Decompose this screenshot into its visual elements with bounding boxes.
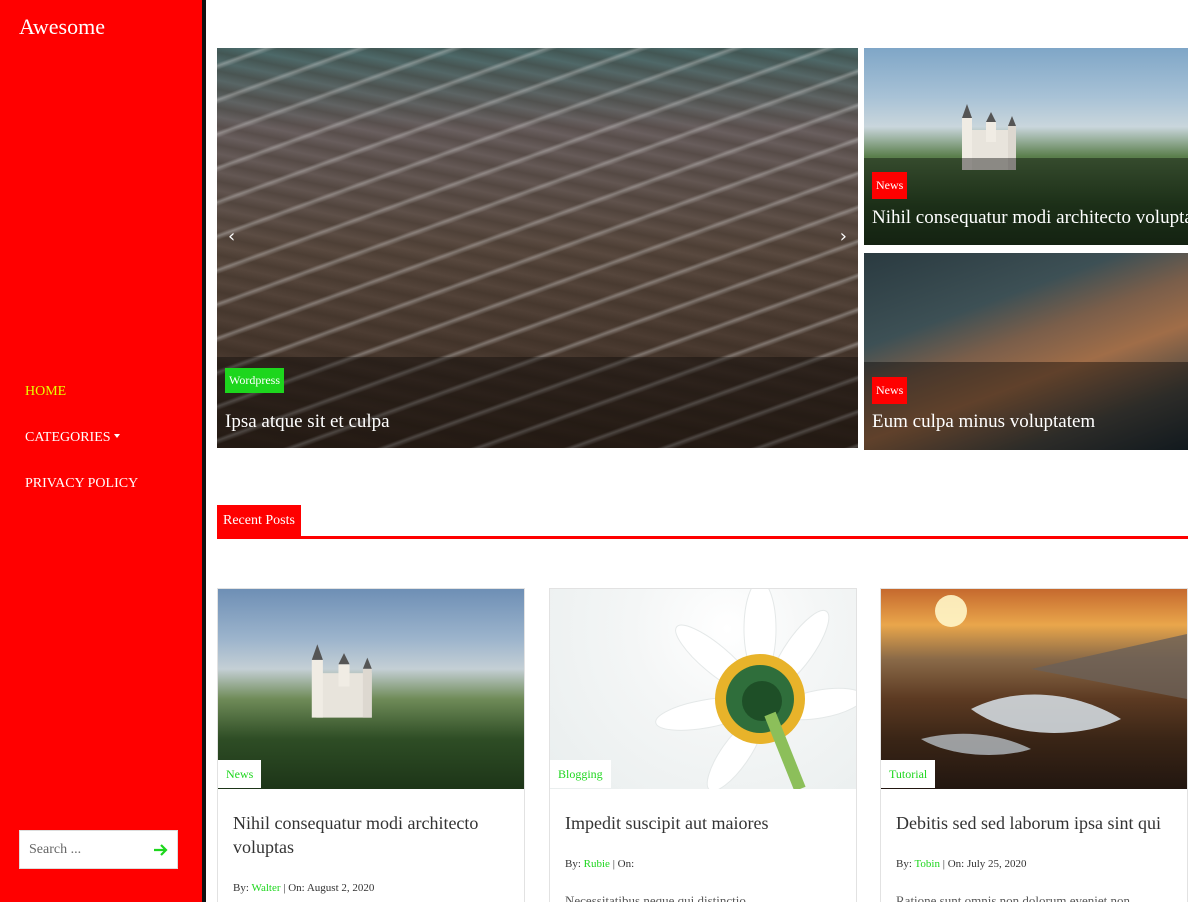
- castle-image: [311, 644, 372, 718]
- side-post-title[interactable]: Eum culpa minus voluptatem: [872, 411, 1095, 433]
- post-thumbnail[interactable]: Blogging: [550, 589, 856, 789]
- nav-item-label: HOME: [25, 384, 67, 399]
- meta-by-label: By:: [233, 882, 249, 894]
- post-excerpt: Ratione sunt omnis non dolorum eveniet n…: [896, 893, 1130, 902]
- post-meta: By: Walter | On: August 2, 2020: [233, 882, 374, 894]
- landscape-image: [921, 595, 1187, 755]
- post-card: Tutorial Debitis sed sed laborum ipsa si…: [880, 588, 1188, 902]
- site-title[interactable]: Awesome: [19, 14, 105, 40]
- post-title[interactable]: Impedit suscipit aut maiores: [565, 811, 843, 835]
- nav-item-categories[interactable]: CATEGORIES: [25, 429, 138, 475]
- search-form: [19, 830, 178, 869]
- nav-item-label: CATEGORIES: [25, 430, 111, 445]
- post-thumbnail[interactable]: News: [218, 589, 524, 789]
- meta-on-label: On:: [288, 882, 305, 894]
- post-card: Blogging Impedit suscipit aut maiores By…: [549, 588, 857, 902]
- side-post-2[interactable]: News Eum culpa minus voluptatem: [864, 253, 1188, 450]
- post-author-link[interactable]: Rubie: [584, 858, 610, 870]
- side-post-overlay: [864, 362, 1188, 450]
- slide-title[interactable]: Ipsa atque sit et culpa: [225, 411, 390, 433]
- search-input[interactable]: [20, 831, 148, 868]
- meta-by-label: By:: [896, 858, 912, 870]
- meta-separator: |: [939, 858, 948, 870]
- meta-by-label: By:: [565, 858, 581, 870]
- post-category-badge[interactable]: Tutorial: [881, 760, 936, 788]
- side-post-category-badge[interactable]: News: [872, 172, 908, 199]
- side-post-title[interactable]: Nihil consequatur modi architecto volupt…: [872, 207, 1188, 229]
- post-thumbnail[interactable]: Tutorial: [881, 589, 1187, 789]
- meta-separator: |: [609, 858, 618, 870]
- post-category-badge[interactable]: Blogging: [550, 760, 611, 788]
- post-author-link[interactable]: Walter: [251, 882, 280, 894]
- featured-slider[interactable]: ‹ › Wordpress Ipsa atque sit et culpa: [217, 48, 858, 448]
- post-date: August 2, 2020: [304, 882, 375, 894]
- post-meta: By: Rubie | On:: [565, 858, 634, 870]
- slider-next-icon[interactable]: ›: [840, 226, 847, 247]
- post-date: July 25, 2020: [964, 858, 1027, 870]
- slide-caption-overlay: [217, 357, 858, 448]
- section-title: Recent Posts: [217, 505, 301, 536]
- side-post-overlay: [864, 158, 1188, 245]
- meta-on-label: On:: [617, 858, 635, 870]
- sidebar: Awesome HOME CATEGORIES PRIVACY POLICY: [0, 0, 202, 902]
- post-category-badge[interactable]: News: [218, 760, 262, 788]
- meta-on-label: On:: [947, 858, 965, 870]
- post-title[interactable]: Debitis sed sed laborum ipsa sint qui: [896, 811, 1174, 835]
- main-nav: HOME CATEGORIES PRIVACY POLICY: [25, 383, 138, 521]
- search-submit-button[interactable]: [151, 840, 171, 860]
- caret-down-icon: [113, 433, 120, 438]
- post-meta: By: Tobin | On: July 25, 2020: [896, 858, 1027, 870]
- side-post-1[interactable]: News Nihil consequatur modi architecto v…: [864, 48, 1188, 245]
- side-post-category-badge[interactable]: News: [872, 377, 908, 404]
- post-title[interactable]: Nihil consequatur modi architecto volupt…: [233, 811, 511, 859]
- post-author-link[interactable]: Tobin: [914, 858, 940, 870]
- nav-item-privacy-policy[interactable]: PRIVACY POLICY: [25, 475, 138, 521]
- arrow-right-icon: [154, 844, 168, 856]
- slide-category-badge[interactable]: Wordpress: [225, 368, 285, 393]
- post-excerpt: Necessitatibus neque qui distinctio: [565, 893, 746, 902]
- flower-image: [655, 589, 856, 789]
- slider-prev-icon[interactable]: ‹: [228, 226, 235, 247]
- recent-posts-header: Recent Posts: [217, 505, 1188, 539]
- nav-item-home[interactable]: HOME: [25, 383, 138, 429]
- sidebar-divider: [202, 0, 206, 902]
- post-card: News Nihil consequatur modi architecto v…: [217, 588, 525, 902]
- nav-item-label: PRIVACY POLICY: [25, 476, 139, 491]
